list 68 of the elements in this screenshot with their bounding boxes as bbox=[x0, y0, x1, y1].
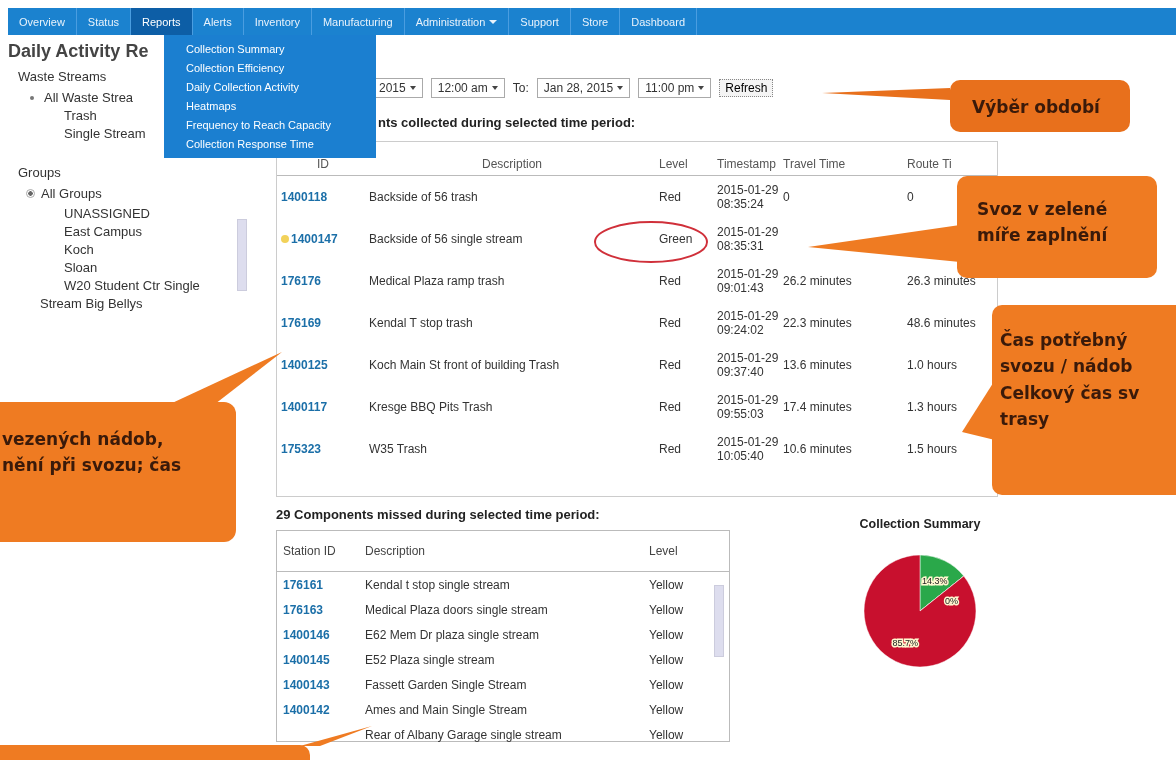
slice-label: 0% bbox=[944, 596, 958, 607]
table-cell: 10.6 minutes bbox=[783, 442, 852, 456]
table-cell-text: Medical Plaza ramp trash bbox=[368, 274, 506, 288]
callout: Výběr období bbox=[950, 80, 1130, 132]
table-cell-text: Kendal t stop single stream bbox=[365, 577, 511, 592]
section-heading: nts collected during selected time period: bbox=[378, 115, 636, 132]
table-cell-text: E62 Mem Dr plaza single stream bbox=[365, 627, 541, 642]
table-cell-text: Backside of 56 single stream bbox=[368, 232, 524, 246]
column-header: Timestamp bbox=[716, 157, 777, 171]
column-header: Level bbox=[649, 544, 679, 558]
slice-label: 14.3% bbox=[922, 576, 948, 587]
column-header: ID bbox=[316, 157, 330, 171]
field-label: To: bbox=[512, 81, 529, 95]
table-cell-text: 2015-01-29 08:35:31 bbox=[716, 225, 779, 253]
section-heading: Groups bbox=[18, 165, 62, 180]
table-cell-text: Koch Main St front of building Trash bbox=[368, 358, 561, 372]
table-cell: 48.6 minutes bbox=[907, 316, 976, 330]
column-header: Level bbox=[658, 157, 689, 171]
table-cell-text: Yellow bbox=[649, 702, 685, 717]
section-heading: 29 Components missed during selected time period: bbox=[276, 507, 601, 522]
table-cell-text: Yellow bbox=[649, 652, 685, 667]
table-cell: Green bbox=[659, 232, 693, 246]
table-cell-text: Medical Plaza doors single stream bbox=[365, 602, 549, 617]
table-cell-text: 2015-01-29 09:24:02 bbox=[716, 309, 779, 337]
page-title: Daily Activity Re bbox=[8, 41, 149, 63]
table-cell-text: 2015-01-29 09:01:43 bbox=[716, 267, 779, 295]
table-cell: 26.2 minutes bbox=[783, 274, 852, 288]
table-cell-text: Yellow bbox=[649, 727, 685, 742]
table-cell: Red bbox=[659, 400, 681, 414]
table-cell-text: 2015-01-29 09:37:40 bbox=[716, 351, 779, 379]
table-cell-text: Ames and Main Single Stream bbox=[365, 702, 529, 717]
table-cell-text: W35 Trash bbox=[368, 442, 429, 456]
table-cell: 1.0 hours bbox=[907, 358, 958, 372]
table-cell-text: Yellow bbox=[649, 577, 685, 592]
table-cell: 0 bbox=[907, 190, 914, 204]
chart-title: Collection Summary bbox=[859, 517, 981, 531]
table-cell-text: 2015-01-29 10:05:40 bbox=[716, 435, 779, 463]
table-cell-text: Yellow bbox=[649, 627, 685, 642]
table-cell: 22.3 minutes bbox=[783, 316, 852, 330]
table-cell-text: Yellow bbox=[649, 677, 685, 692]
table-cell: 1.3 hours bbox=[907, 400, 958, 414]
table-cell-text: 2015-01-29 08:35:24 bbox=[716, 183, 779, 211]
column-header: Station ID bbox=[283, 544, 337, 558]
table-cell-text: Rear of Albany Garage single stream bbox=[365, 727, 563, 742]
callout: Čas potřebný svozu / nádob Celkový čas sv trasy bbox=[992, 305, 1176, 495]
callout: Svoz v zelené míře zaplnění bbox=[957, 176, 1157, 278]
table-cell: Red bbox=[659, 442, 681, 456]
table-cell-text: Kendal T stop trash bbox=[368, 316, 474, 330]
column-header: Description bbox=[481, 157, 543, 171]
table-cell-text: 2015-01-29 09:55:03 bbox=[716, 393, 779, 421]
table-cell: 17.4 minutes bbox=[783, 400, 852, 414]
slice-label: 85.7% bbox=[892, 637, 918, 648]
table-cell-text: E52 Plaza single stream bbox=[365, 652, 496, 667]
table-cell-text: Yellow bbox=[649, 602, 685, 617]
table-cell-text: Fassett Garden Single Stream bbox=[365, 677, 528, 692]
table-cell: 0 bbox=[783, 190, 790, 204]
callout: vezených nádob, nění při svozu; čas bbox=[0, 402, 236, 542]
table-cell-text: Kresge BBQ Pits Trash bbox=[368, 400, 494, 414]
table-cell: Red bbox=[659, 358, 681, 372]
table-cell: Red bbox=[659, 190, 681, 204]
column-header: Route Ti bbox=[906, 157, 953, 171]
table-cell: 1.5 hours bbox=[907, 442, 958, 456]
table-cell: Red bbox=[659, 316, 681, 330]
column-header: Description bbox=[365, 544, 427, 558]
table-cell: Red bbox=[659, 274, 681, 288]
column-header: Travel Time bbox=[782, 157, 847, 171]
table-cell-text: Backside of 56 trash bbox=[368, 190, 479, 204]
table-cell: 13.6 minutes bbox=[783, 358, 852, 372]
